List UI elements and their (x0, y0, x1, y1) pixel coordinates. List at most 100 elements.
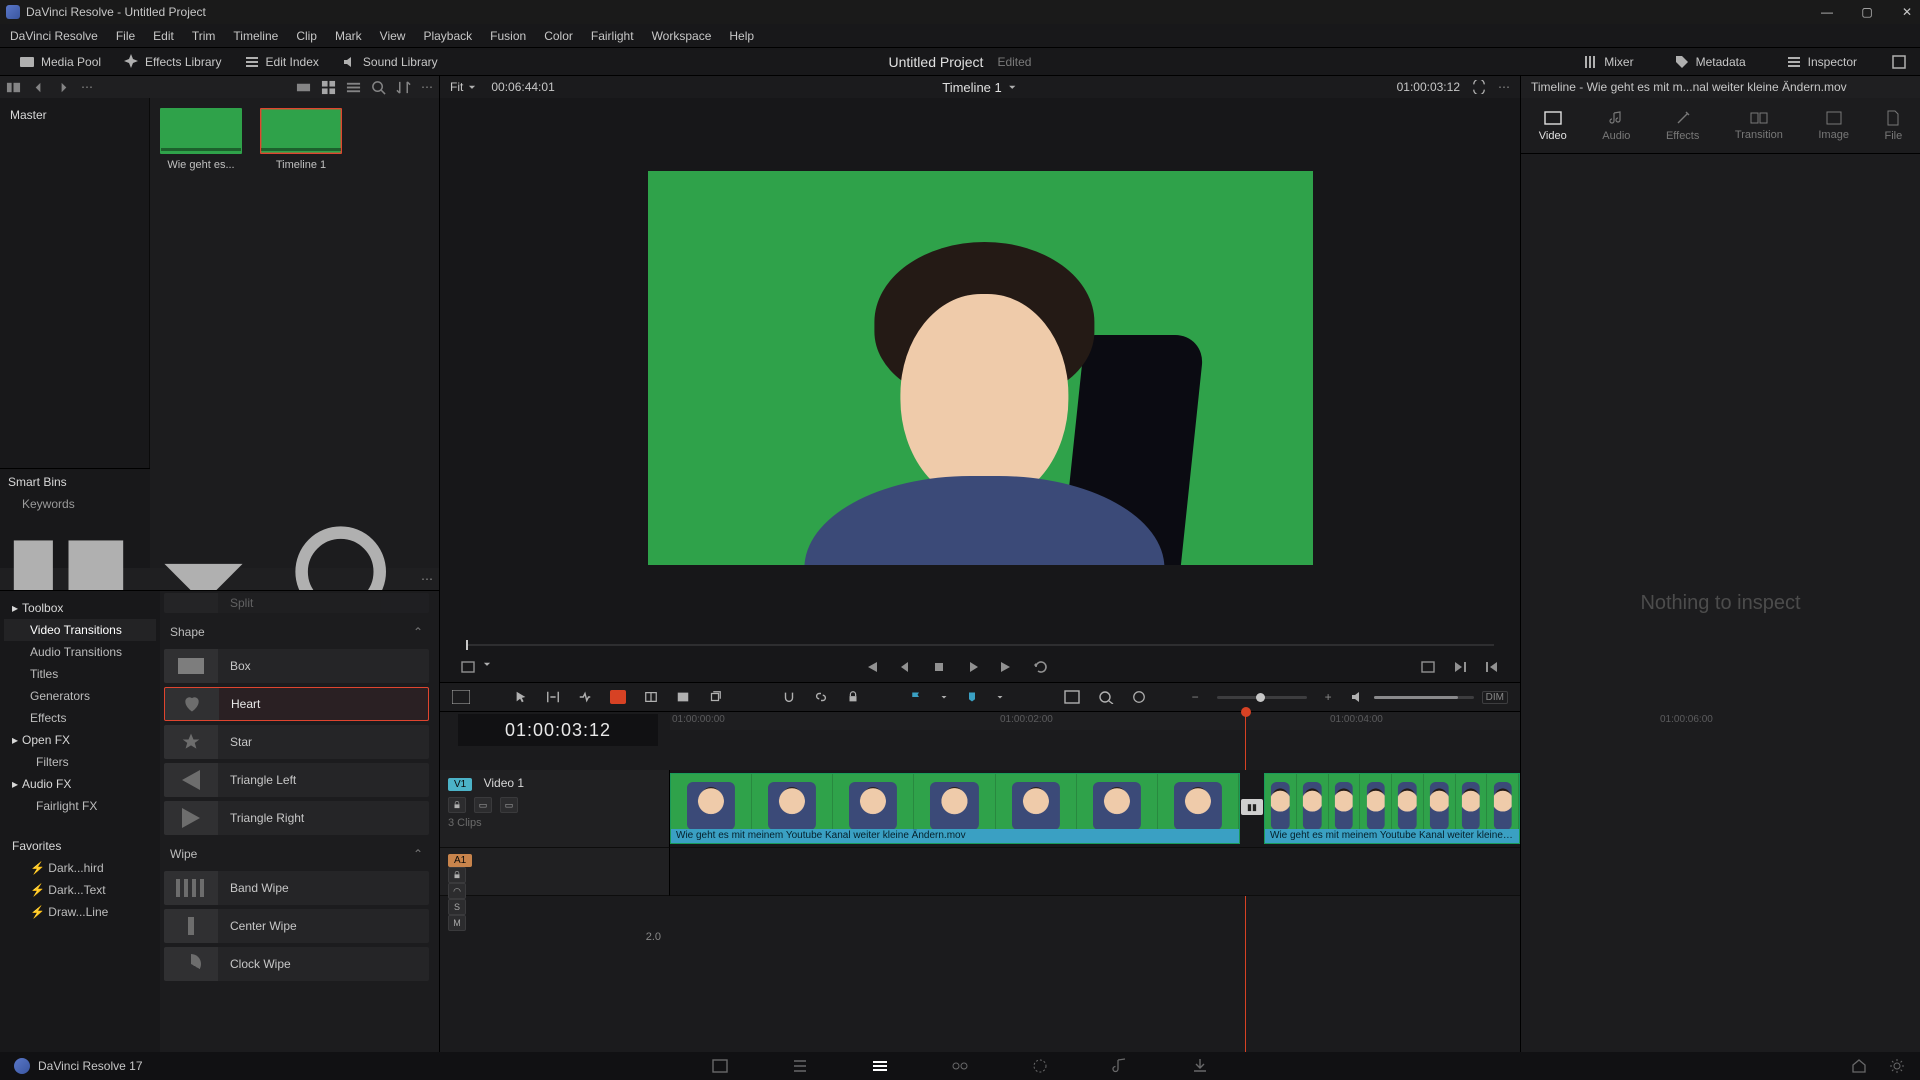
fx-cat-audiofx[interactable]: ▸ Audio FX (4, 773, 156, 795)
menu-file[interactable]: File (116, 29, 135, 43)
edit-page-icon[interactable] (871, 1057, 889, 1075)
flag-icon[interactable] (910, 691, 922, 703)
toggle-media-pool[interactable]: Media Pool (8, 50, 112, 74)
pointer-icon[interactable] (514, 690, 528, 704)
zoom-fit-icon[interactable] (1064, 690, 1080, 704)
toggle-mixer[interactable]: Mixer (1571, 50, 1644, 74)
next-clip-icon[interactable] (999, 659, 1015, 675)
master-bin[interactable]: Master (8, 104, 141, 126)
menu-workspace[interactable]: Workspace (652, 29, 712, 43)
inspector-tab-audio[interactable]: Audio (1602, 110, 1630, 142)
list-view-icon[interactable] (346, 80, 361, 95)
chevron-down-icon[interactable] (482, 659, 492, 669)
timeline-name[interactable]: Timeline 1 (942, 80, 1001, 95)
lock-icon[interactable] (846, 690, 860, 704)
inspector-tab-effects[interactable]: Effects (1666, 110, 1699, 142)
go-end-icon[interactable] (1452, 659, 1468, 675)
viewer-menu-button[interactable]: ⋯ (1498, 80, 1510, 94)
close-button[interactable]: ✕ (1900, 5, 1914, 19)
menu-playback[interactable]: Playback (423, 29, 472, 43)
fx-item-triangle-left[interactable]: Triangle Left (164, 763, 429, 797)
loop-icon[interactable] (1472, 80, 1486, 94)
color-page-icon[interactable] (1031, 1057, 1049, 1075)
track-lock-icon[interactable] (448, 797, 466, 813)
project-settings-icon[interactable] (1888, 1057, 1906, 1075)
zoom-in-button[interactable]: + (1325, 690, 1332, 704)
menu-color[interactable]: Color (544, 29, 573, 43)
jog-playhead[interactable] (466, 640, 468, 650)
minimize-button[interactable]: — (1820, 5, 1834, 19)
zoom-out-button[interactable]: − (1192, 690, 1199, 704)
menu-clip[interactable]: Clip (296, 29, 317, 43)
toggle-inspector[interactable]: Inspector (1775, 50, 1868, 74)
fx-cat-toolbox[interactable]: ▸ Toolbox (4, 597, 156, 619)
insert-icon[interactable] (644, 690, 658, 704)
fx-group-shape[interactable]: Shape⌃ (164, 617, 429, 645)
fx-favorite-item[interactable]: ⚡ Dark...hird (4, 857, 156, 879)
track-disable-icon[interactable]: ▭ (500, 797, 518, 813)
inspector-tab-transition[interactable]: Transition (1735, 111, 1783, 141)
fusion-page-icon[interactable] (951, 1057, 969, 1075)
fx-cat-titles[interactable]: Titles (4, 663, 156, 685)
step-back-icon[interactable] (897, 659, 913, 675)
clip-thumb[interactable]: Wie geht es... (160, 108, 242, 171)
menu-mark[interactable]: Mark (335, 29, 362, 43)
fx-item-box[interactable]: Box (164, 649, 429, 683)
fx-item-star[interactable]: Star (164, 725, 429, 759)
speaker-icon[interactable] (1350, 690, 1366, 704)
snap-icon[interactable] (782, 690, 796, 704)
chevron-down-icon[interactable] (1008, 82, 1018, 92)
keywords-bin[interactable]: Keywords (8, 497, 142, 511)
sort-icon[interactable] (396, 80, 411, 95)
maximize-button[interactable]: ▢ (1860, 5, 1874, 19)
mute-button[interactable]: M (448, 915, 466, 931)
fx-cat-filters[interactable]: Filters (4, 751, 156, 773)
jog-bar[interactable] (466, 644, 1494, 646)
zoom-fit[interactable]: Fit (450, 80, 463, 94)
media-page-icon[interactable] (711, 1057, 729, 1075)
track-header-v1[interactable]: V1 Video 1 ▭ ▭ 3 Clips (440, 770, 670, 848)
zoom-slider[interactable] (1217, 696, 1307, 699)
fx-group-wipe[interactable]: Wipe⌃ (164, 839, 429, 867)
fx-item-triangle-right[interactable]: Triangle Right (164, 801, 429, 835)
inspector-tab-image[interactable]: Image (1818, 111, 1849, 141)
menu-trim[interactable]: Trim (192, 29, 216, 43)
menu-fairlight[interactable]: Fairlight (591, 29, 634, 43)
program-viewer[interactable] (440, 98, 1520, 638)
timeline-ruler[interactable]: 01:00:00:00 01:00:02:00 01:00:04:00 01:0… (670, 712, 1520, 730)
toggle-edit-index[interactable]: Edit Index (233, 50, 330, 74)
link-icon[interactable] (814, 690, 828, 704)
blade-icon[interactable] (610, 690, 626, 704)
match-frame-icon[interactable] (1420, 659, 1436, 675)
fx-item-center-wipe[interactable]: Center Wipe (164, 909, 429, 943)
fx-item-heart[interactable]: Heart (164, 687, 429, 721)
pool-menu-button[interactable]: ⋯ (421, 80, 433, 94)
chevron-left-icon[interactable] (31, 80, 46, 95)
home-icon[interactable] (1850, 1057, 1868, 1075)
menu-view[interactable]: View (380, 29, 406, 43)
marker-icon[interactable] (966, 691, 978, 703)
cut-page-icon[interactable] (791, 1057, 809, 1075)
menu-edit[interactable]: Edit (153, 29, 174, 43)
dim-button[interactable]: DIM (1482, 691, 1508, 704)
bin-tree[interactable]: Master (0, 98, 150, 468)
expand-panel-button[interactable] (1886, 50, 1912, 74)
fx-cat-video-transitions[interactable]: Video Transitions (4, 619, 156, 641)
prev-clip-icon[interactable] (863, 659, 879, 675)
timeline-clip[interactable]: Wie geht es mit meinem Youtube Kanal wei… (1264, 773, 1520, 844)
custom-zoom-icon[interactable] (1132, 690, 1146, 704)
menu-timeline[interactable]: Timeline (233, 29, 278, 43)
inspector-tab-file[interactable]: File (1884, 110, 1902, 142)
play-icon[interactable] (965, 659, 981, 675)
thumb-view-icon[interactable] (321, 80, 336, 95)
fx-item-band-wipe[interactable]: Band Wipe (164, 871, 429, 905)
loop-icon[interactable] (1033, 659, 1049, 675)
track-curve-icon[interactable]: ◠ (448, 883, 466, 899)
volume-slider[interactable] (1374, 696, 1474, 699)
replace-icon[interactable] (708, 690, 722, 704)
pool-layout-icon[interactable] (6, 80, 21, 95)
chevron-down-icon[interactable] (996, 693, 1004, 701)
solo-button[interactable]: S (448, 899, 466, 915)
fx-cat-effects[interactable]: Effects (4, 707, 156, 729)
fx-cat-fairlightfx[interactable]: Fairlight FX (4, 795, 156, 817)
